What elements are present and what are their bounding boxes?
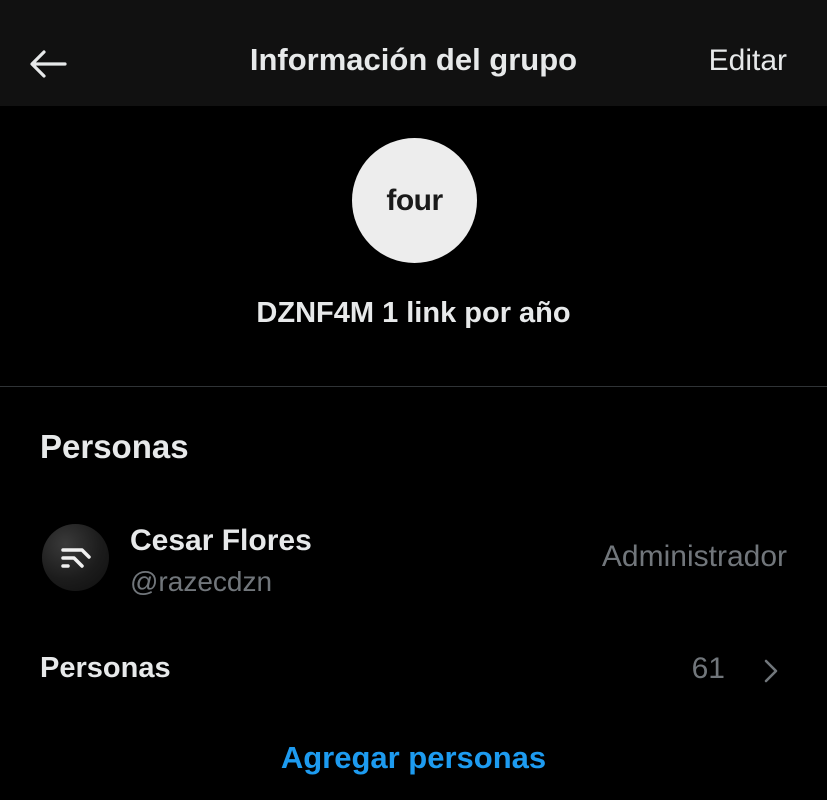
group-avatar-logo: four <box>386 183 443 217</box>
add-people-button[interactable]: Agregar personas <box>0 740 827 776</box>
group-name: DZNF4M 1 link por año <box>256 297 571 329</box>
chevron-right-icon <box>764 659 778 683</box>
member-row[interactable]: Cesar Flores @razecdzn Administrador <box>0 510 827 610</box>
header-bar: Información del grupo Editar <box>0 0 827 106</box>
avatar <box>42 524 109 591</box>
page-title: Información del grupo <box>249 42 578 77</box>
people-section-title: Personas <box>40 428 189 465</box>
member-handle: @razecdzn <box>130 566 273 597</box>
people-list-row[interactable]: Personas 61 <box>0 635 827 705</box>
people-row-label: Personas <box>40 652 171 684</box>
arrow-left-icon <box>30 50 67 78</box>
edit-button[interactable]: Editar <box>709 44 787 78</box>
group-avatar[interactable]: four <box>352 138 477 263</box>
member-name: Cesar Flores <box>130 524 312 557</box>
dzn-logo-icon <box>60 547 91 568</box>
section-divider <box>0 386 827 387</box>
people-count: 61 <box>691 652 725 685</box>
member-role-badge: Administrador <box>601 540 787 573</box>
back-button[interactable] <box>22 38 74 90</box>
